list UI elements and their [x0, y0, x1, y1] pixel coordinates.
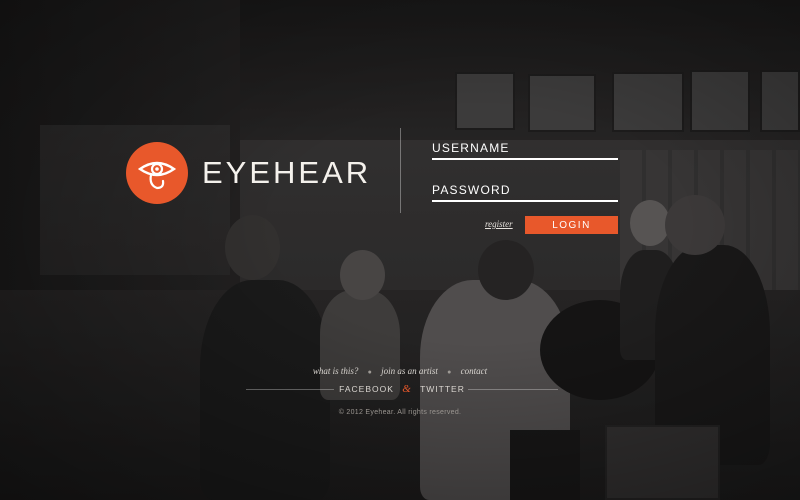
password-field-wrapper	[432, 180, 618, 202]
brand-name: EYEHEAR	[202, 155, 372, 190]
footer-nav: what is this? ● join as an artist ● cont…	[0, 366, 800, 376]
facebook-link[interactable]: FACEBOOK	[339, 384, 394, 394]
brand-logo: EYEHEAR	[126, 142, 371, 204]
eye-ear-icon	[126, 142, 188, 204]
what-is-this-link[interactable]: what is this?	[313, 366, 359, 376]
copyright-text: © 2012 Eyehear. All rights reserved.	[338, 409, 462, 416]
vertical-divider	[400, 128, 401, 213]
twitter-link[interactable]: TWITTER	[420, 384, 465, 394]
contact-link[interactable]: contact	[461, 366, 488, 376]
separator-dot: ●	[447, 368, 452, 376]
password-input[interactable]	[432, 180, 618, 202]
username-input[interactable]	[432, 138, 618, 160]
background-vignette	[0, 0, 800, 500]
background-photo	[0, 0, 800, 500]
username-field-wrapper	[432, 138, 618, 160]
ampersand-separator: &	[402, 383, 412, 395]
social-links-content: FACEBOOK & TWITTER	[246, 383, 558, 395]
join-as-artist-link[interactable]: join as an artist	[381, 366, 438, 376]
login-button[interactable]: LOGIN	[525, 216, 618, 234]
social-links: FACEBOOK & TWITTER	[246, 383, 558, 395]
separator-dot: ●	[367, 368, 372, 376]
register-link[interactable]: register	[485, 219, 513, 229]
